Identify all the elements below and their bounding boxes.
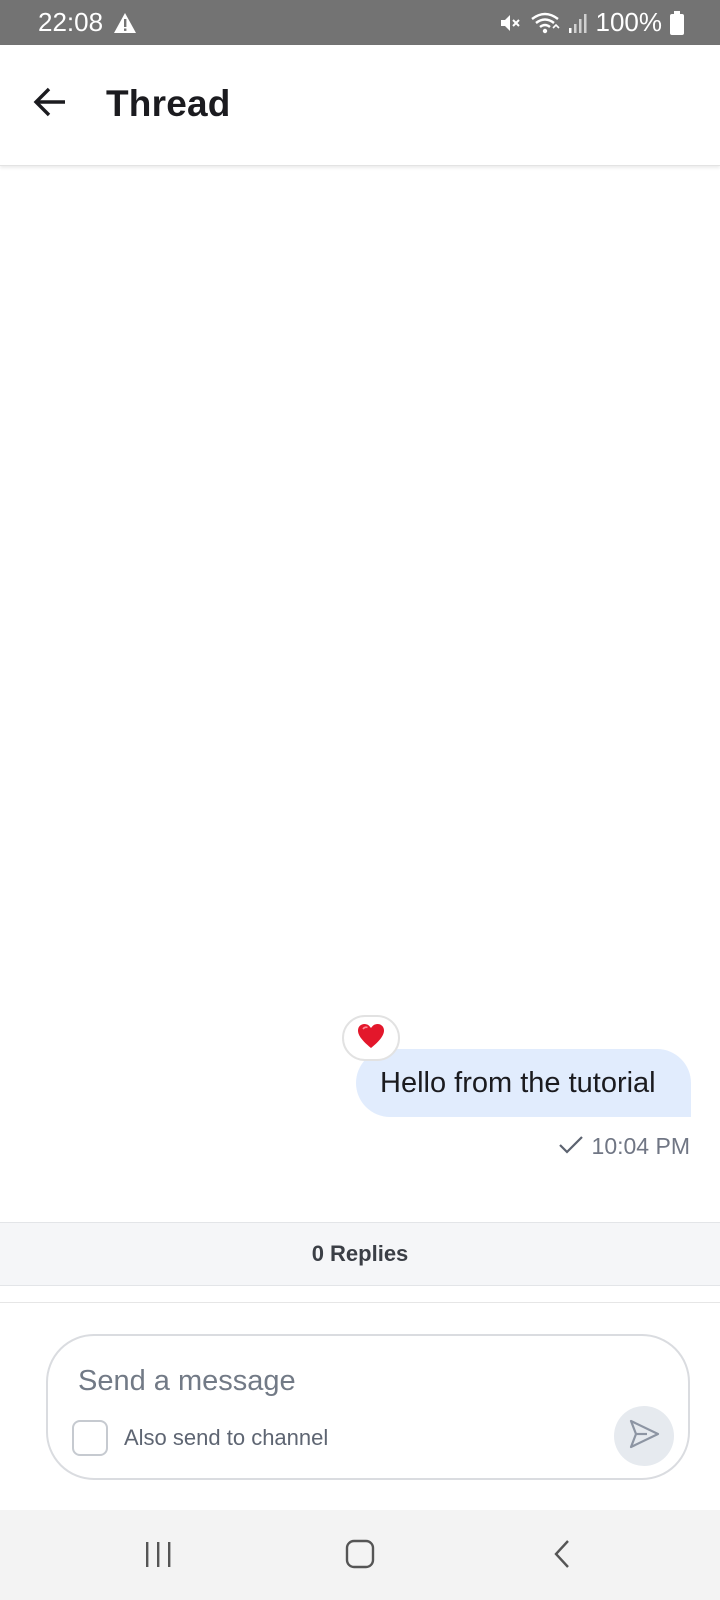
battery-percent: 100%: [595, 7, 663, 37]
message-time: 10:04 PM: [591, 1133, 690, 1159]
back-button[interactable]: [24, 78, 76, 130]
replies-divider: 0 Replies: [0, 1222, 720, 1286]
page-title: Thread: [106, 83, 231, 124]
send-button[interactable]: [614, 1406, 674, 1466]
message-meta: 10:04 PM: [558, 1133, 690, 1160]
battery-icon: [670, 10, 684, 35]
status-left: 22:08: [38, 7, 137, 38]
system-back-button[interactable]: [532, 1532, 592, 1580]
heart-icon: [357, 1023, 385, 1054]
status-bar: 22:08 100%: [0, 0, 720, 45]
replies-count: 0 Replies: [311, 1241, 409, 1266]
reaction-bubble[interactable]: [342, 1015, 400, 1061]
back-icon: [550, 1538, 574, 1575]
message-composer: Also send to channel: [46, 1334, 690, 1480]
message-input[interactable]: [78, 1356, 598, 1406]
message-bubble[interactable]: Hello from the tutorial: [356, 1049, 691, 1117]
home-button[interactable]: [330, 1532, 390, 1580]
also-send-checkbox[interactable]: [72, 1420, 108, 1456]
recent-apps-button[interactable]: [128, 1532, 188, 1580]
home-icon: [344, 1538, 376, 1575]
mute-icon: [498, 11, 522, 35]
divider: [0, 1302, 720, 1303]
checkmark-icon: [558, 1133, 584, 1160]
also-send-label: Also send to channel: [124, 1425, 329, 1450]
recent-apps-icon: [143, 1539, 173, 1574]
wifi-icon: [530, 11, 560, 35]
arrow-left-icon: [33, 87, 67, 122]
warning-icon: [113, 12, 137, 34]
signal-icon: [568, 12, 588, 34]
status-right: 100%: [498, 7, 684, 38]
message-text: Hello from the tutorial: [380, 1066, 656, 1099]
app-bar: Thread: [0, 45, 720, 166]
system-nav-bar: [0, 1510, 720, 1600]
send-icon: [627, 1417, 661, 1456]
status-time: 22:08: [38, 7, 104, 37]
